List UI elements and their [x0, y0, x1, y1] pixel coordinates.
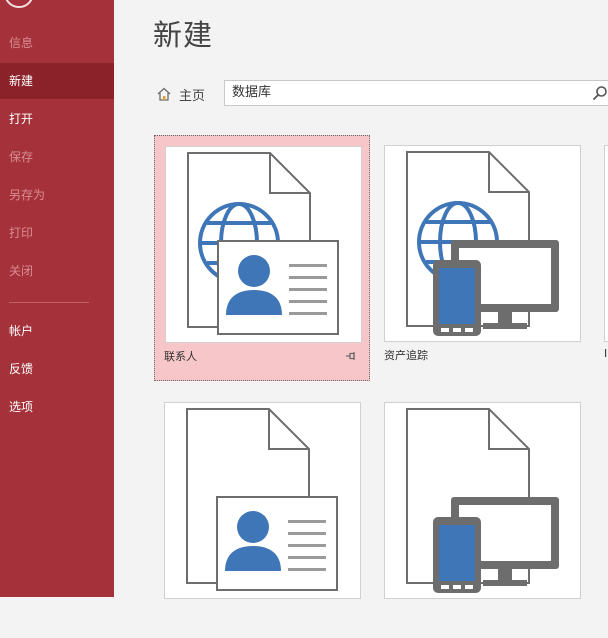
- template-tile-asset-tracking[interactable]: 资产追踪: [374, 135, 590, 381]
- sidebar-item-close[interactable]: 关闭: [0, 253, 114, 289]
- sidebar-item-info[interactable]: 信息: [0, 25, 114, 61]
- sidebar-divider: [9, 302, 89, 303]
- template-tile-contacts[interactable]: 联系人: [154, 135, 370, 381]
- template-label: 资产追踪: [384, 349, 428, 362]
- sidebar-item-new[interactable]: 新建: [0, 63, 114, 99]
- new-panel: 新建 主页 数据库 联系人 资产追踪 I: [114, 0, 608, 599]
- sidebar-item-account[interactable]: 帐户: [0, 313, 114, 349]
- sidebar-item-save[interactable]: 保存: [0, 139, 114, 175]
- sidebar-item-open[interactable]: 打开: [0, 101, 114, 137]
- back-arrow-icon[interactable]: [4, 0, 34, 8]
- template-label: 联系人: [164, 350, 197, 363]
- home-link[interactable]: 主页: [156, 83, 205, 105]
- home-label: 主页: [179, 88, 206, 104]
- sidebar-item-options[interactable]: 选项: [0, 389, 114, 425]
- search-input[interactable]: 数据库: [224, 80, 608, 106]
- template-thumbnail: [604, 145, 608, 342]
- template-label: I: [604, 347, 608, 360]
- search-icon[interactable]: [592, 85, 608, 101]
- page-title: 新建: [153, 18, 214, 52]
- asset-tracking-template-icon: [384, 145, 581, 342]
- sidebar-item-print[interactable]: 打印: [0, 215, 114, 251]
- home-icon: [157, 87, 171, 101]
- pin-icon[interactable]: [345, 350, 357, 362]
- template-tile-partial[interactable]: I: [594, 135, 608, 381]
- sidebar-item-feedback[interactable]: 反馈: [0, 351, 114, 387]
- contacts-template-icon: [164, 402, 361, 599]
- template-tile-asset-2[interactable]: [374, 392, 590, 638]
- asset-tracking-template-icon: [384, 402, 581, 599]
- template-tile-contacts-2[interactable]: [154, 392, 370, 638]
- sidebar-item-save-as[interactable]: 另存为: [0, 177, 114, 213]
- backstage-sidebar: 信息 新建 打开 保存 另存为 打印 关闭 帐户 反馈 选项: [0, 0, 114, 597]
- contacts-template-icon: [165, 146, 362, 343]
